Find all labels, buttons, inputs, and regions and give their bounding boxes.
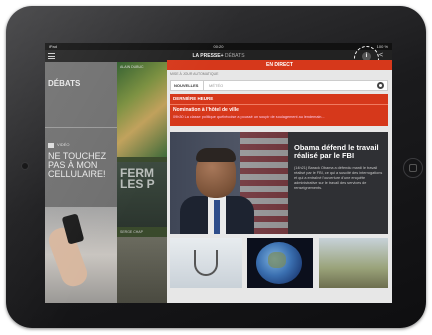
share-icon[interactable]: < <box>379 52 383 60</box>
earth-thumbnail[interactable] <box>247 238 313 288</box>
feature-title: Obama défend le travail réalisé par le F… <box>294 143 379 160</box>
status-bar: iPad 00:20 100 % <box>45 43 392 50</box>
tab-meteo[interactable]: MÉTÉO <box>209 81 223 90</box>
video-label: VIDÉO <box>57 142 70 147</box>
tab-bar: NOUVELLES MÉTÉO <box>170 80 388 91</box>
debats-column[interactable]: DÉBATS VIDÉO NE TOUCHEZ PAS À MON CELLUL… <box>45 62 117 303</box>
mural-photo: ALAIN DUBUC <box>117 62 167 157</box>
left-headline[interactable]: NE TOUCHEZ PAS À MON CELLULAIRE! <box>48 152 116 179</box>
home-button[interactable] <box>403 158 423 178</box>
opinion-photo <box>117 237 167 303</box>
opinion-headline[interactable]: FERM LES P <box>120 167 167 190</box>
status-time: 00:20 <box>213 44 224 49</box>
opinion-headline-box: FERM LES P <box>117 162 167 227</box>
byline: SERGE CHAP <box>120 230 143 234</box>
tab-nouvelles[interactable]: NOUVELLES <box>174 81 205 90</box>
breaking-text: 09h30 La classe politique québécoise a p… <box>173 115 325 119</box>
thumbnail-row <box>167 238 392 288</box>
camera <box>22 163 28 169</box>
earth-globe <box>256 242 302 284</box>
battery-label: 100 % <box>376 44 388 49</box>
app-screen: iPad 00:20 100 % LA PRESSE+ DÉBATS i < D… <box>45 43 392 303</box>
live-header: EN DIRECT <box>167 60 392 70</box>
doctor-thumbnail[interactable] <box>170 238 242 288</box>
breaking-title: Nomination à l'hôtel de ville <box>173 107 239 113</box>
opinion-column[interactable]: ALAIN DUBUC FERM LES P SERGE CHAP <box>117 62 167 303</box>
feature-body: (14h21) Barack Obama a défendu mardi le … <box>294 166 383 190</box>
ruins-thumbnail[interactable] <box>319 238 388 288</box>
divider <box>45 127 117 128</box>
hair-shape <box>196 148 236 162</box>
obama-photo <box>170 132 288 234</box>
gear-icon[interactable] <box>377 82 384 89</box>
brand-name: LA PRESSE+ <box>192 53 224 59</box>
hand-phone-photo <box>45 207 117 303</box>
brand-section: DÉBATS <box>224 53 245 59</box>
section-title: DÉBATS <box>48 79 81 88</box>
video-icon <box>48 143 54 148</box>
byline: ALAIN DUBUC <box>120 65 144 69</box>
live-panel: EN DIRECT MISE À JOUR AUTOMATIQUE NOUVEL… <box>167 60 392 303</box>
tie-shape <box>214 200 220 234</box>
auto-update-label: MISE À JOUR AUTOMATIQUE <box>170 72 219 76</box>
breaking-label: DERNIÈRE HEURE <box>173 96 214 101</box>
divider <box>170 104 388 105</box>
feature-article[interactable]: Obama défend le travail réalisé par le F… <box>170 132 388 234</box>
stethoscope-shape <box>194 250 218 276</box>
breaking-news-card[interactable]: DERNIÈRE HEURE Nomination à l'hôtel de v… <box>170 94 388 126</box>
